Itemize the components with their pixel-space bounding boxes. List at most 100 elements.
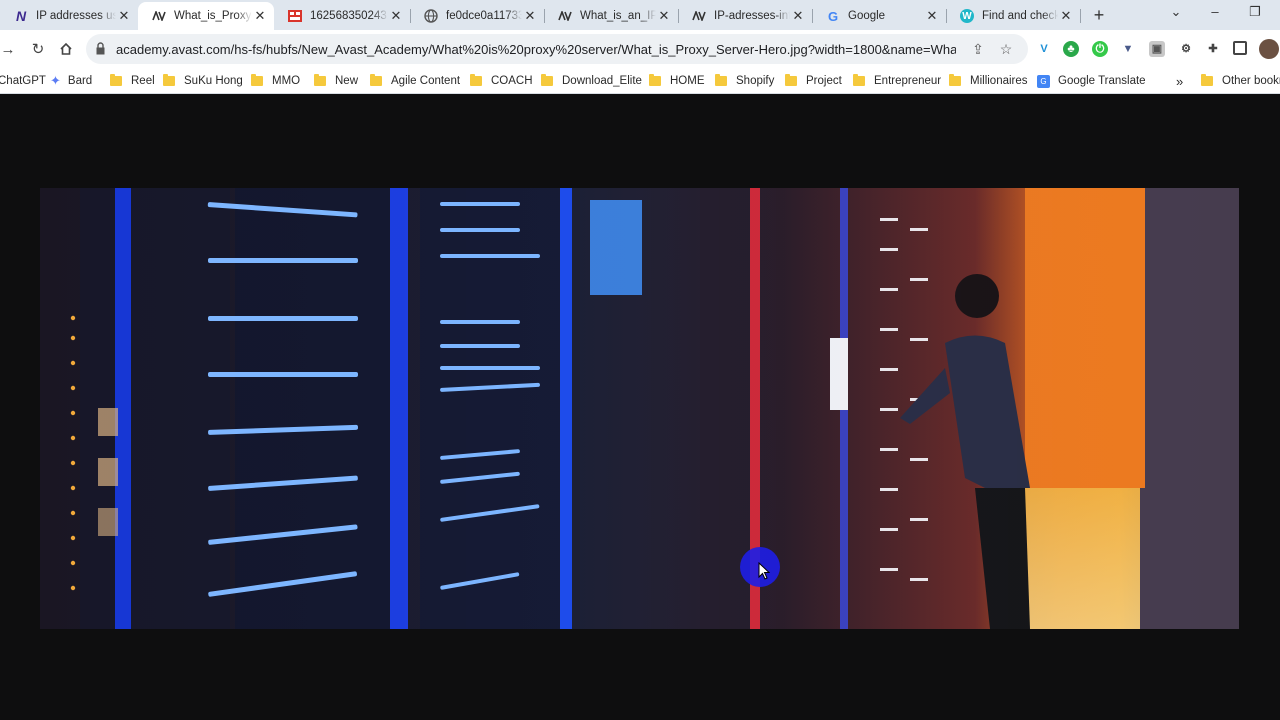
- bookmarks-overflow-button[interactable]: »: [1176, 72, 1183, 90]
- bookmark-label: Millionaires: [970, 75, 1028, 87]
- power-extension-icon[interactable]: ⏻: [1092, 41, 1108, 57]
- tab-label: IP addresses use: [36, 10, 116, 22]
- image-extension-icon[interactable]: ▣: [1149, 41, 1165, 57]
- bookmark-folder-shopify[interactable]: Shopify: [715, 72, 774, 90]
- server-room-hero-image: [40, 188, 1239, 629]
- forward-arrow-icon[interactable]: →: [0, 39, 18, 59]
- bookmark-chatgpt[interactable]: ChatGPT: [0, 72, 46, 90]
- folder-icon: [649, 74, 661, 86]
- bookmark-folder-download-elite[interactable]: Download_Elite: [541, 72, 642, 90]
- bookmark-label: MMO: [272, 75, 301, 87]
- bookmark-label: Shopify: [736, 75, 775, 87]
- notion-n-icon: N: [15, 8, 27, 24]
- tab-label: What_is_an_IP_A: [580, 10, 656, 22]
- tab-separator: [544, 9, 545, 23]
- extensions-puzzle-icon[interactable]: ✚: [1205, 41, 1221, 57]
- tab-find-and-check[interactable]: W Find and check I ✕: [946, 2, 1080, 30]
- close-icon[interactable]: ✕: [388, 8, 404, 24]
- tab-search-chevron-icon[interactable]: ⌄: [1166, 4, 1186, 20]
- folder-icon: [110, 74, 122, 86]
- bookmark-folder-coach[interactable]: COACH: [470, 72, 533, 90]
- bookmark-star-icon[interactable]: ☆: [998, 41, 1014, 57]
- tab-label: Find and check I: [982, 10, 1058, 22]
- bookmark-folder-mmo[interactable]: MMO: [251, 72, 300, 90]
- bookmark-google-translate[interactable]: G Google Translate: [1037, 72, 1146, 90]
- bookmark-label: Entrepreneur: [874, 75, 942, 87]
- folder-icon: [785, 74, 797, 86]
- tab-google[interactable]: G Google ✕: [812, 2, 946, 30]
- minimize-icon[interactable]: –: [1205, 4, 1225, 19]
- avast-icon: [558, 9, 572, 23]
- vpn-v-extension-icon[interactable]: V: [1036, 41, 1052, 57]
- tab-label: 1625683502431.j: [310, 10, 388, 22]
- tab-image-file[interactable]: 1625683502431.j ✕: [274, 2, 410, 30]
- tab-hash-file[interactable]: fe0dce0a11733e ✕: [410, 2, 544, 30]
- bookmark-label: New: [335, 75, 359, 87]
- close-icon[interactable]: ✕: [116, 8, 132, 24]
- home-icon[interactable]: [56, 39, 76, 59]
- address-bar[interactable]: academy.avast.com/hs-fs/hubfs/New_Avast_…: [86, 34, 1028, 64]
- tab-separator: [946, 9, 947, 23]
- bookmark-label: HOME: [670, 75, 705, 87]
- avast-icon: [692, 9, 706, 23]
- bookmark-bard[interactable]: ✦ Bard: [50, 72, 92, 90]
- tab-separator: [812, 9, 813, 23]
- tab-ip-adresses-info[interactable]: IP-adresses-info ✕: [678, 2, 812, 30]
- tab-what-is-ip[interactable]: What_is_an_IP_A ✕: [544, 2, 678, 30]
- bookmark-label: Google Translate: [1058, 75, 1146, 87]
- side-panel-icon[interactable]: [1233, 41, 1247, 55]
- close-icon[interactable]: ✕: [252, 8, 268, 24]
- folder-icon: [370, 74, 382, 86]
- bookmark-folder-reel[interactable]: Reel: [110, 72, 155, 90]
- tab-separator: [678, 9, 679, 23]
- w-site-icon: W: [960, 9, 974, 23]
- folder-icon: [470, 74, 482, 86]
- tab-label: fe0dce0a11733e: [446, 10, 522, 22]
- bookmark-folder-millionaires[interactable]: Millionaires: [949, 72, 1028, 90]
- restore-icon[interactable]: ❐: [1245, 4, 1265, 20]
- bookmark-label: SuKu Hong: [184, 75, 243, 87]
- bookmark-folder-agile-content[interactable]: Agile Content: [370, 72, 460, 90]
- bookmark-label: Download_Elite: [562, 75, 642, 87]
- bookmark-label: Other bookm: [1222, 75, 1280, 87]
- reload-icon[interactable]: ↻: [28, 39, 48, 59]
- green-extension-icon[interactable]: ♣: [1063, 41, 1079, 57]
- new-tab-button[interactable]: +: [1090, 6, 1108, 24]
- tab-label: Google: [848, 10, 886, 22]
- bard-sparkle-icon: ✦: [50, 73, 61, 88]
- bookmark-label: Project: [806, 75, 842, 87]
- tab-label: What_is_Proxy_S: [174, 10, 252, 22]
- avast-icon: [152, 9, 166, 23]
- folder-icon: [163, 74, 175, 86]
- bookmark-folder-home[interactable]: HOME: [649, 72, 705, 90]
- pin-extension-icon[interactable]: ▼: [1120, 41, 1136, 57]
- tab-what-is-proxy[interactable]: What_is_Proxy_S ✕: [138, 2, 274, 30]
- bookmark-other-bookmarks[interactable]: Other bookm: [1201, 72, 1280, 90]
- close-icon[interactable]: ✕: [656, 8, 672, 24]
- image-viewer: [0, 95, 1280, 720]
- bookmark-label: COACH: [491, 75, 533, 87]
- tab-separator: [1080, 9, 1081, 23]
- close-icon[interactable]: ✕: [522, 8, 538, 24]
- close-icon[interactable]: ✕: [924, 8, 940, 24]
- profile-avatar[interactable]: [1259, 39, 1279, 59]
- folder-icon: [853, 74, 865, 86]
- close-icon[interactable]: ✕: [1058, 8, 1074, 24]
- folder-icon: [251, 74, 263, 86]
- google-icon: G: [827, 8, 839, 24]
- translate-extension-icon[interactable]: ⚙: [1178, 41, 1194, 57]
- bookmark-folder-project[interactable]: Project: [785, 72, 842, 90]
- mouse-pointer-icon: [758, 562, 770, 580]
- bookmark-folder-suku-hong[interactable]: SuKu Hong: [163, 72, 243, 90]
- tab-ip-addresses[interactable]: N IP addresses use ✕: [0, 2, 138, 30]
- bookmark-folder-entrepreneur[interactable]: Entrepreneur: [853, 72, 941, 90]
- lock-icon: [96, 42, 105, 55]
- bookmark-folder-new[interactable]: New: [314, 72, 358, 90]
- folder-icon: [1201, 74, 1213, 86]
- google-translate-icon: G: [1037, 74, 1050, 88]
- close-icon[interactable]: ✕: [790, 8, 806, 24]
- url-text[interactable]: academy.avast.com/hs-fs/hubfs/New_Avast_…: [116, 42, 956, 57]
- folder-icon: [715, 74, 727, 86]
- bookmark-label: Reel: [131, 75, 155, 87]
- share-icon[interactable]: ⇪: [970, 41, 986, 57]
